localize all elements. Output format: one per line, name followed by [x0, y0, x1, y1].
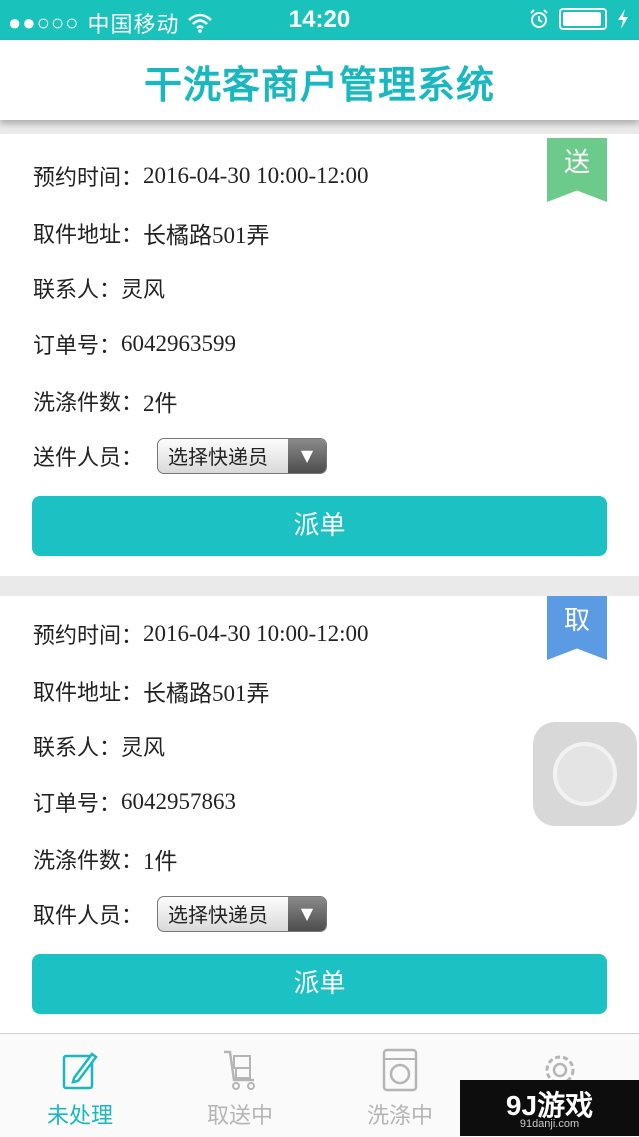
watermark-url: 91danji.com	[519, 1118, 580, 1130]
order-address-row: 取件地址： 长橘路501弄	[33, 216, 270, 250]
order-count-row: 洗涤件数： 1件	[33, 842, 178, 876]
order-time-label: 预约时间：	[33, 624, 144, 649]
order-courier-label: 送件人员：	[33, 446, 144, 471]
assistive-touch-icon	[553, 742, 617, 806]
dispatch-button[interactable]: 派单	[32, 496, 607, 556]
status-bar: ●●○○○ 中国移动 14:20	[0, 0, 639, 40]
order-contact-row: 联系人： 灵风	[33, 730, 165, 762]
courier-select[interactable]: 选择快递员 ▼	[157, 438, 328, 474]
order-number-row: 订单号： 6042963599	[33, 328, 236, 360]
status-right	[529, 8, 629, 30]
tab-unprocessed[interactable]: 未处理	[0, 1034, 160, 1137]
order-address-value: 长橘路501弄	[143, 681, 270, 706]
order-address-label: 取件地址：	[33, 681, 144, 706]
order-number-value: 6042963599	[121, 331, 237, 356]
order-time-value: 2016-04-30 10:00-12:00	[143, 163, 369, 188]
order-contact-value: 灵风	[121, 278, 166, 303]
order-number-row: 订单号： 6042957863	[33, 786, 236, 818]
order-address-label: 取件地址：	[33, 223, 144, 248]
order-courier-label: 取件人员：	[33, 904, 144, 929]
order-address-row: 取件地址： 长橘路501弄	[33, 674, 270, 708]
order-contact-label: 联系人：	[33, 736, 122, 761]
tab-label: 洗涤中	[366, 1104, 433, 1129]
order-count-row: 洗涤件数： 2件	[33, 384, 178, 418]
alarm-icon	[530, 9, 548, 28]
order-contact-row: 联系人： 灵风	[33, 272, 165, 304]
courier-select-value: 选择快递员	[168, 445, 269, 469]
tab-label: 取送中	[206, 1104, 273, 1129]
order-contact-value: 灵风	[121, 736, 166, 761]
order-time-label: 预约时间：	[33, 166, 144, 191]
order-number-label: 订单号：	[33, 792, 122, 817]
pickup-badge: 取	[547, 596, 607, 660]
washer-icon	[382, 1048, 418, 1092]
order-courier-row: 送件人员： 选择快递员 ▼	[33, 438, 328, 474]
order-count-value: 1件	[143, 849, 178, 874]
charging-icon	[618, 9, 628, 29]
app-header: 干洗客商户管理系统	[0, 40, 639, 120]
dropdown-arrow-icon: ▼	[288, 439, 327, 473]
tab-washing[interactable]: 洗涤中	[320, 1034, 480, 1137]
tab-in-transit[interactable]: 取送中	[160, 1034, 320, 1137]
dropdown-arrow-icon: ▼	[288, 897, 327, 931]
edit-icon	[62, 1052, 98, 1090]
order-card: 送 预约时间： 2016-04-30 10:00-12:00 取件地址： 长橘路…	[0, 134, 639, 576]
courier-select-value: 选择快递员	[168, 903, 269, 927]
delivery-badge: 送	[547, 138, 607, 202]
cart-icon	[224, 1050, 255, 1090]
order-count-label: 洗涤件数：	[33, 849, 144, 874]
order-time-row: 预约时间： 2016-04-30 10:00-12:00	[33, 618, 369, 650]
order-count-value: 2件	[143, 391, 178, 416]
order-time-value: 2016-04-30 10:00-12:00	[143, 621, 369, 646]
order-contact-label: 联系人：	[33, 278, 122, 303]
battery-icon	[559, 8, 607, 30]
site-watermark: 9J游戏 91danji.com	[460, 1080, 639, 1136]
order-number-label: 订单号：	[33, 334, 122, 359]
assistive-touch-button[interactable]	[533, 722, 637, 826]
dispatch-button[interactable]: 派单	[32, 954, 607, 1014]
order-courier-row: 取件人员： 选择快递员 ▼	[33, 896, 328, 932]
order-address-value: 长橘路501弄	[143, 223, 270, 248]
order-number-value: 6042957863	[121, 789, 237, 814]
courier-select[interactable]: 选择快递员 ▼	[157, 896, 328, 932]
order-count-label: 洗涤件数：	[33, 391, 144, 416]
page-title: 干洗客商户管理系统	[143, 63, 495, 107]
tab-label: 未处理	[46, 1104, 113, 1129]
order-time-row: 预约时间： 2016-04-30 10:00-12:00	[33, 160, 369, 192]
